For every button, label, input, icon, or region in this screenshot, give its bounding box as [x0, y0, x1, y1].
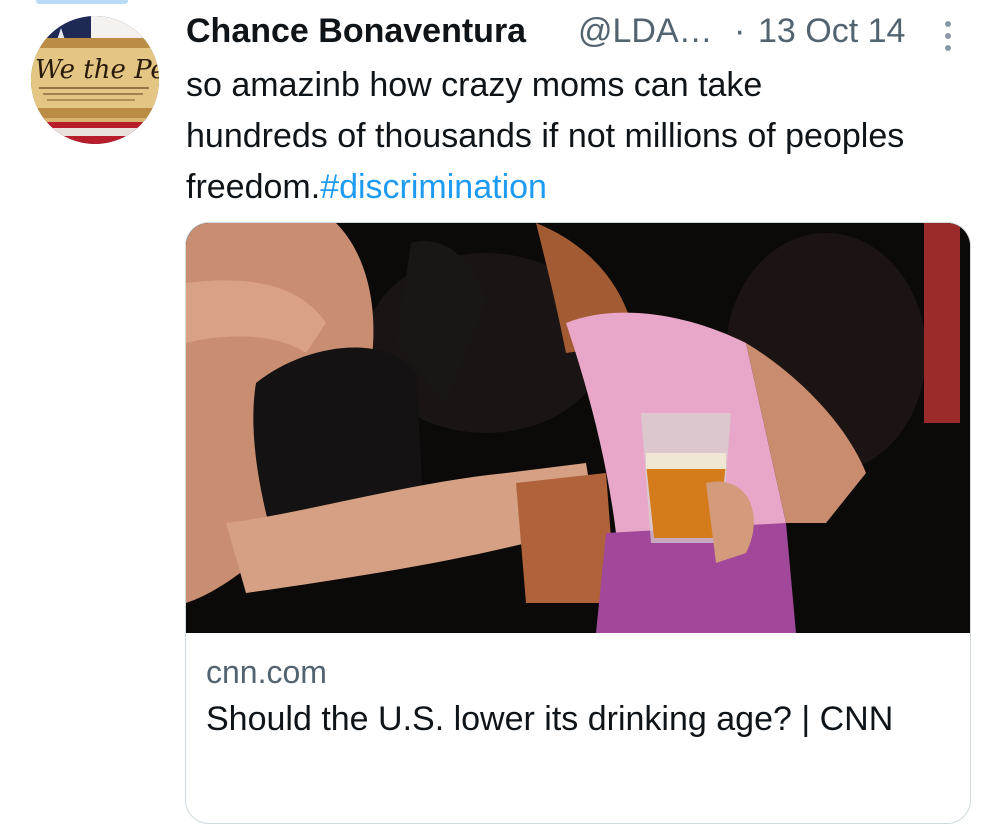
more-options-icon[interactable] [936, 16, 960, 56]
top-accent-bar [36, 0, 128, 4]
avatar[interactable]: We the Pe [31, 16, 159, 144]
tweet-header: Chance Bonaventura @LDA… · 13 Oct 14 [186, 10, 976, 54]
author-name[interactable]: Chance Bonaventura [186, 12, 526, 51]
constitution-flag-avatar-icon: We the Pe [31, 16, 159, 144]
party-photo-image [186, 223, 970, 633]
hashtag-link[interactable]: #discrimination [320, 168, 547, 206]
link-card[interactable]: cnn.com Should the U.S. lower its drinki… [185, 222, 971, 824]
svg-text:We the Pe: We the Pe [35, 55, 159, 85]
tweet-date[interactable]: 13 Oct 14 [758, 12, 905, 51]
separator-dot: · [734, 12, 746, 50]
card-image[interactable] [186, 223, 970, 633]
card-title[interactable]: Should the U.S. lower its drinking age? … [206, 695, 926, 743]
card-body: cnn.com Should the U.S. lower its drinki… [206, 651, 926, 743]
tweet-text: so amazinb how crazy moms can take hundr… [186, 60, 906, 213]
author-handle[interactable]: @LDA… [578, 12, 713, 51]
card-domain: cnn.com [206, 654, 327, 690]
